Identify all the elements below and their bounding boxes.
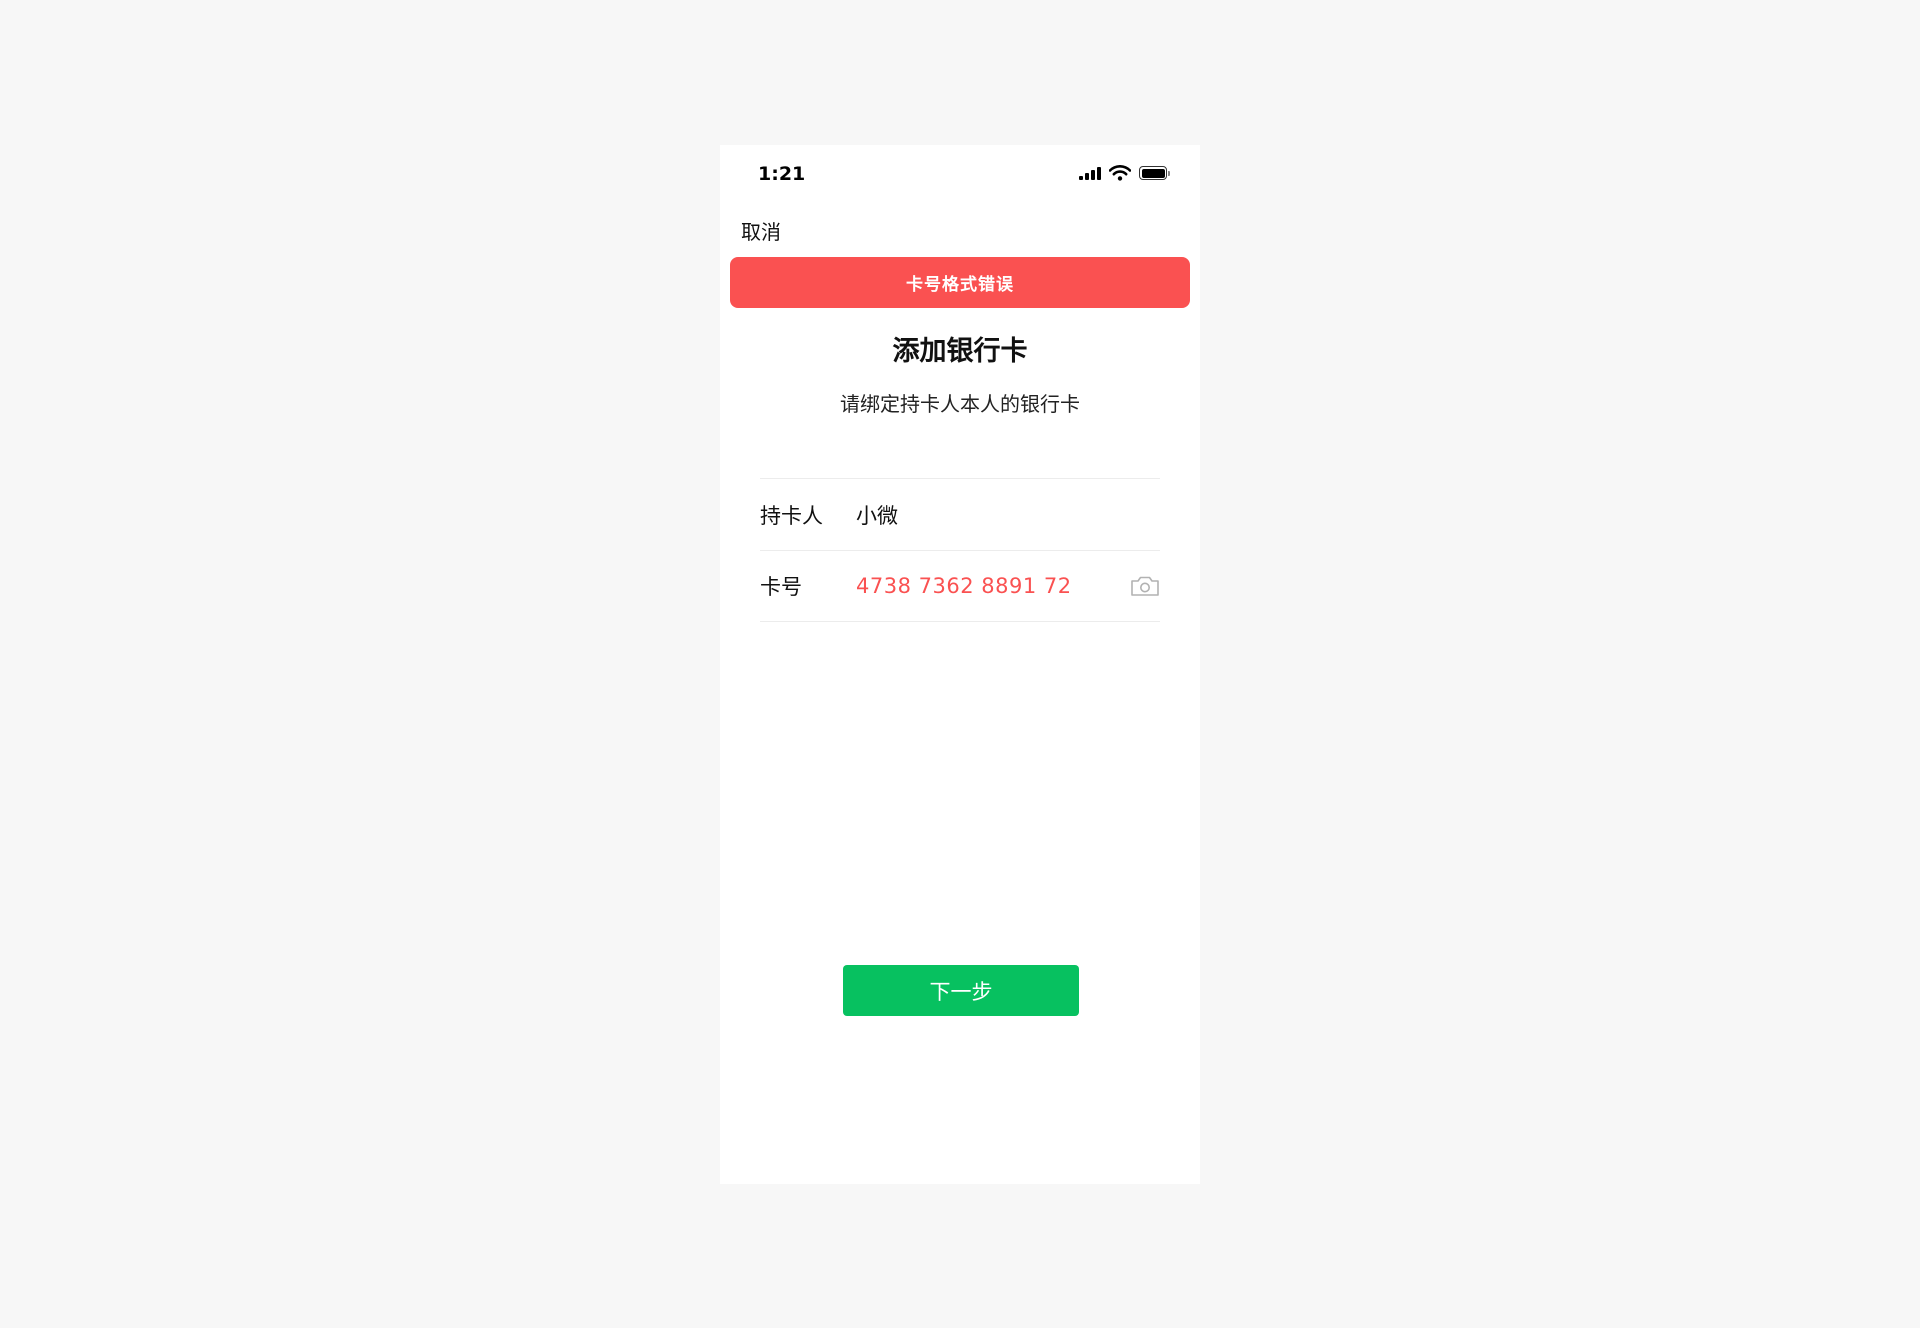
card-number-row: 卡号 4738 7362 8891 72 [760, 550, 1160, 622]
signal-icon [1079, 166, 1101, 180]
cardholder-row: 持卡人 小微 [760, 478, 1160, 550]
card-number-label: 卡号 [760, 575, 802, 599]
page-subtitle: 请绑定持卡人本人的银行卡 [840, 392, 1080, 416]
cardholder-label: 持卡人 [760, 503, 823, 528]
status-icons [1079, 165, 1170, 181]
cardholder-value: 小微 [856, 503, 898, 528]
wifi-icon [1109, 165, 1131, 181]
error-toast: 卡号格式错误 [730, 257, 1190, 308]
battery-icon [1139, 166, 1170, 180]
bank-card-form: 持卡人 小微 卡号 4738 7362 8891 72 [760, 478, 1160, 622]
status-time: 1:21 [758, 163, 806, 185]
next-step-button[interactable]: 下一步 [843, 965, 1079, 1016]
phone-screen: 1:21 取消 卡号格式错误 添加银行卡 请绑定持卡人本人的银行卡 持卡人 小微… [720, 145, 1200, 1184]
page-title: 添加银行卡 [892, 336, 1028, 367]
card-number-input[interactable]: 4738 7362 8891 72 [856, 574, 1130, 598]
status-bar: 1:21 [720, 145, 1200, 201]
cancel-button[interactable]: 取消 [741, 216, 781, 245]
camera-icon[interactable] [1130, 574, 1160, 598]
